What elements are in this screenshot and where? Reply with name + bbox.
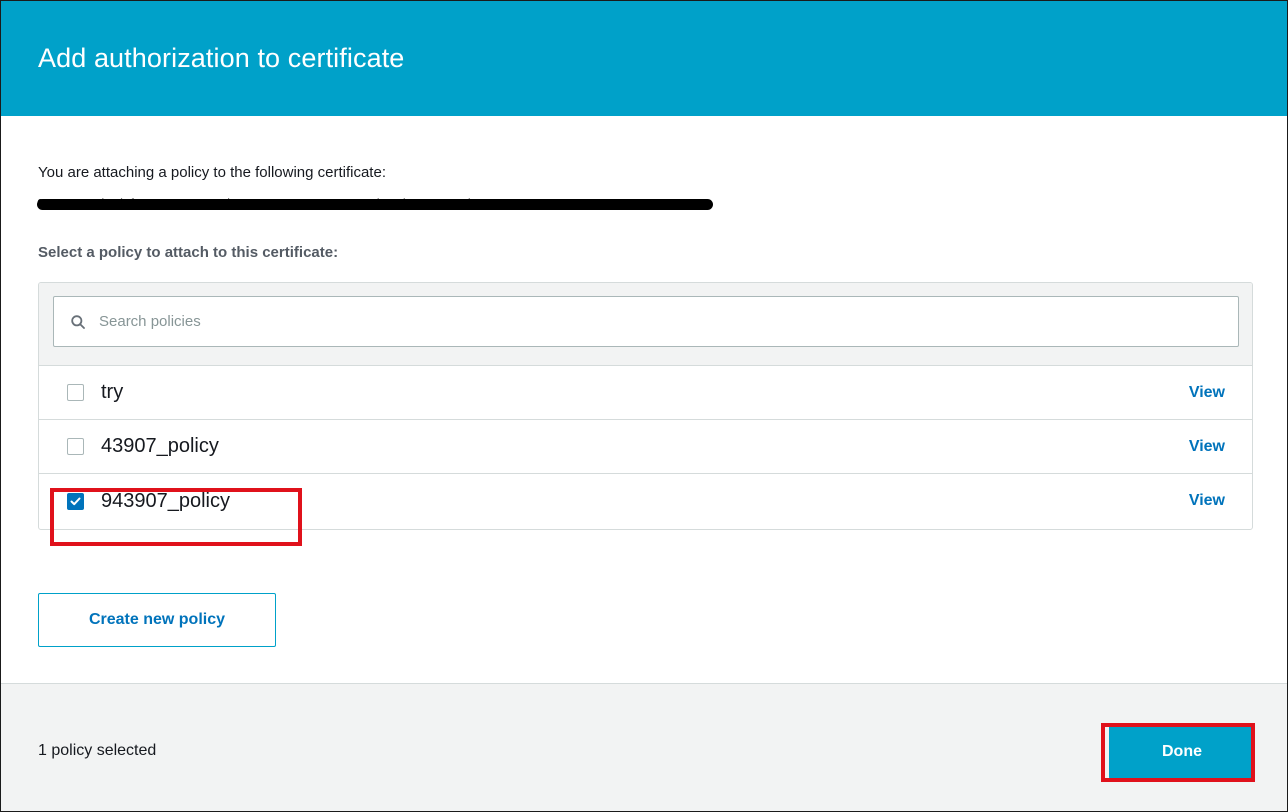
policy-name: 943907_policy [101, 489, 230, 512]
policy-list-panel: try View 43907_policy View 943907_policy… [38, 282, 1253, 530]
policy-row[interactable]: 943907_policy View [39, 474, 1252, 528]
policy-row[interactable]: try View [39, 366, 1252, 420]
redaction-bar [37, 199, 713, 210]
done-button[interactable]: Done [1109, 725, 1255, 779]
dialog-title: Add authorization to certificate [38, 43, 405, 73]
attach-policy-dialog: Add authorization to certificate You are… [0, 0, 1288, 812]
dialog-footer: 1 policy selected Done [1, 683, 1287, 811]
policy-checkbox[interactable] [67, 438, 84, 455]
view-policy-link[interactable]: View [1189, 384, 1225, 402]
view-policy-link[interactable]: View [1189, 438, 1225, 456]
search-box[interactable] [53, 296, 1239, 347]
policy-row[interactable]: 43907_policy View [39, 420, 1252, 474]
policy-name: try [101, 381, 124, 403]
view-policy-link[interactable]: View [1189, 492, 1225, 510]
dialog-header: Add authorization to certificate [1, 1, 1287, 116]
selection-count: 1 policy selected [38, 742, 157, 759]
search-area [39, 283, 1252, 366]
create-new-policy-button[interactable]: Create new policy [38, 593, 276, 647]
select-policy-label: Select a policy to attach to this certif… [38, 244, 339, 261]
policy-checkbox-checked[interactable] [67, 492, 84, 510]
intro-text: You are attaching a policy to the follow… [38, 164, 386, 181]
policy-name: 43907_policy [101, 435, 219, 457]
policy-checkbox[interactable] [67, 384, 84, 401]
search-input[interactable] [97, 312, 1001, 331]
search-icon [71, 314, 85, 329]
checkmark-icon [70, 497, 81, 505]
certificate-id-redacted: 0790e5ca4bed1f10487130c6773b75851c855c57… [37, 196, 713, 212]
dialog-body: You are attaching a policy to the follow… [1, 116, 1287, 684]
